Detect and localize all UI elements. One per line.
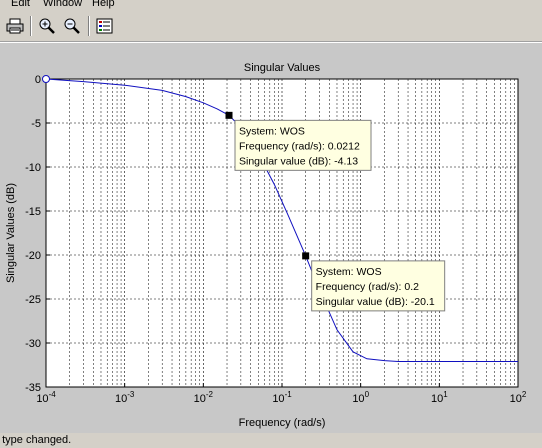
y-tick-label: -10 (25, 162, 41, 174)
menu-window[interactable]: Window (43, 0, 82, 9)
status-text: t type changed. (0, 434, 72, 446)
datatip-text: Frequency (rad/s): 0.0212 (239, 140, 360, 152)
datatip-text: System: WOS (239, 125, 305, 137)
y-axis-label: Singular Values (dB) (5, 183, 17, 283)
x-axis-label: Frequency (rad/s) (239, 417, 326, 429)
zoom-out-button[interactable] (61, 16, 83, 36)
datatip-text: Singular value (dB): -4.13 (239, 155, 358, 167)
y-tick-label: -20 (25, 250, 41, 262)
series-start-marker (42, 75, 50, 83)
x-tick-label: 102 (510, 390, 527, 405)
y-tick-label: -15 (25, 206, 41, 218)
menu-help[interactable]: Help (92, 0, 115, 9)
datatip-text: Singular value (dB): -20.1 (316, 296, 435, 308)
y-tick-label: -30 (25, 338, 41, 350)
x-tick-label: 10-3 (115, 390, 135, 405)
datatip-text: System: WOS (316, 266, 382, 278)
zoom-out-icon (64, 18, 80, 34)
y-tick-label: 0 (35, 74, 41, 86)
zoom-in-button[interactable] (36, 16, 58, 36)
x-tick-label: 100 (352, 390, 369, 405)
zoom-in-icon (39, 18, 55, 34)
x-tick-label: 10-2 (194, 390, 214, 405)
menu-bar: Edit Window Help (0, 0, 542, 12)
x-tick-label: 10-1 (272, 390, 292, 405)
datatip-marker[interactable] (302, 252, 310, 260)
status-bar: t type changed. (0, 433, 542, 448)
y-tick-label: -5 (31, 118, 41, 130)
print-button[interactable] (4, 16, 26, 36)
singular-values-plot[interactable]: 10-4 10-3 10-2 10-1 100 101 1020-5-10-15-20-25… (0, 43, 542, 433)
y-tick-label: -35 (25, 382, 41, 394)
datatip-marker[interactable] (225, 111, 233, 119)
printer-icon (6, 18, 24, 34)
toolbar-separator (88, 16, 89, 36)
toolbar-separator (30, 16, 31, 36)
legend-button[interactable] (94, 16, 116, 36)
x-tick-label: 101 (431, 390, 448, 405)
legend-icon (96, 18, 113, 34)
menu-edit[interactable]: Edit (11, 0, 30, 9)
datatip-text: Frequency (rad/s): 0.2 (316, 281, 419, 293)
chart-title: Singular Values (244, 62, 321, 74)
y-tick-label: -25 (25, 294, 41, 306)
